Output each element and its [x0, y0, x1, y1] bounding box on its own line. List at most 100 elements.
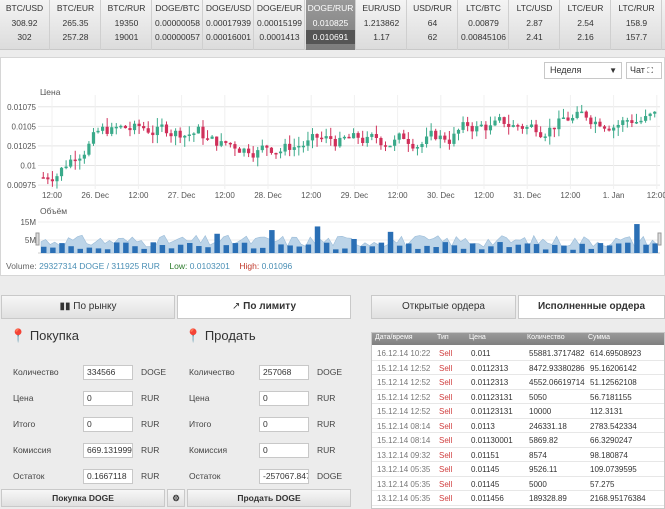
- table-row[interactable]: 13.12.14 05:35 Sell 0.01145 9526.11 109.0739…: [372, 463, 664, 477]
- tab-open-orders[interactable]: Открытые ордера: [371, 295, 516, 319]
- table-row[interactable]: 13.12.14 05:35 Sell 0.01145 5000 57.275: [372, 478, 664, 491]
- candle-body: [612, 127, 616, 131]
- table-row[interactable]: 16.12.14 10:22 Sell 0.011 55881.3717482 614.…: [372, 347, 664, 361]
- table-cell: 112.3131: [590, 407, 623, 416]
- table-cell: 98.180874: [590, 450, 628, 460]
- candle-body: [164, 124, 169, 134]
- buy-button[interactable]: Покупка DOGE: [1, 489, 165, 507]
- table-cell: 51.12562108: [590, 378, 637, 387]
- candle-body: [607, 128, 611, 131]
- candle-body: [114, 126, 118, 129]
- volume-value: 29327314 DOGE / 311925 RUR: [39, 261, 160, 271]
- candle-body: [557, 118, 561, 130]
- table-row[interactable]: 15.12.14 08:14 Sell 0.0113 246331.18 2783.54…: [372, 420, 664, 433]
- buy-3-currency: RUR: [141, 445, 160, 455]
- candle-body: [274, 152, 278, 155]
- candle-body: [265, 145, 269, 148]
- volume-bar: [506, 247, 512, 253]
- tab-limit[interactable]: ↗ По лимиту: [177, 295, 351, 319]
- volume-bar: [114, 242, 120, 253]
- table-cell: 15.12.14 12:52: [377, 378, 431, 387]
- table-cell: 16.12.14 10:22: [377, 349, 431, 358]
- ticker-value-low: 302: [17, 32, 32, 42]
- sell-3-input[interactable]: 0: [259, 443, 309, 458]
- buy-3-label: Комиссия: [13, 445, 52, 455]
- table-cell: 57.275: [590, 479, 615, 489]
- x-tick-label: 12:00: [215, 191, 236, 200]
- sell-button[interactable]: Продать DOGE: [187, 489, 351, 507]
- candle-body: [602, 126, 607, 129]
- candle-body: [101, 126, 105, 131]
- ticker-pair-3[interactable]: DOGE/BTC 0.00000058 0.00000057: [153, 0, 203, 50]
- buy-title: Покупка: [29, 328, 79, 343]
- table-cell: 0.01130001: [471, 436, 513, 445]
- volume-summary: Volume: 29327314 DOGE / 311925 RUR Low: …: [6, 261, 292, 271]
- table-row[interactable]: 15.12.14 08:14 Sell 0.01130001 5869.82 66.32…: [372, 434, 664, 448]
- candle-body: [192, 133, 196, 135]
- ticker-pair-5[interactable]: DOGE/EUR 0.00015199 0.0001413: [255, 0, 305, 50]
- volume-bar: [223, 245, 229, 253]
- table-row[interactable]: 15.12.14 12:52 Sell 0.01123131 5050 56.71811…: [372, 391, 664, 404]
- ticker-pair-1[interactable]: BTC/EUR 265.35 257.28: [51, 0, 101, 50]
- table-row[interactable]: 15.12.14 12:52 Sell 0.0112313 8472.93380286…: [372, 362, 664, 375]
- volume-bar: [360, 246, 366, 253]
- volume-bar: [524, 243, 531, 253]
- table-cell: 8472.93380286: [529, 363, 585, 373]
- volume-bar: [77, 248, 83, 253]
- tab-market[interactable]: ▮▮ По рынку: [1, 295, 175, 319]
- ticker-value-high: 0.00000058: [155, 18, 200, 28]
- table-row[interactable]: 15.12.14 12:52 Sell 0.0112313 4552.06619714…: [372, 376, 664, 390]
- buy-1-input[interactable]: 0: [83, 391, 133, 406]
- ticker-pair-9[interactable]: LTC/BTC 0.00879 0.00845106: [459, 0, 509, 50]
- candle-body: [55, 176, 59, 182]
- ticker-pair-11[interactable]: LTC/EUR 2.54 2.16: [561, 0, 611, 50]
- table-cell: 5050: [529, 392, 547, 402]
- candle-body: [320, 137, 324, 140]
- ticker-pair-name: LTC/EUR: [567, 3, 604, 13]
- table-row[interactable]: 15.12.14 12:52 Sell 0.01123131 10000 112.313…: [372, 405, 664, 419]
- ticker-value-low: 157.7: [625, 32, 648, 42]
- sell-0-input[interactable]: 257068: [259, 365, 309, 380]
- sell-1-input[interactable]: 0: [259, 391, 309, 406]
- ticker-pair-name: BTC/RUR: [107, 3, 146, 13]
- ticker-pair-name: LTC/USD: [516, 3, 553, 13]
- table-row[interactable]: 13.12.14 09:32 Sell 0.01151 8574 98.180874: [372, 449, 664, 462]
- candle-body: [639, 120, 643, 123]
- ticker-pair-2[interactable]: BTC/RUR 19350 19001: [102, 0, 152, 50]
- candle-body: [621, 120, 625, 125]
- table-cell: Sell: [439, 479, 453, 489]
- table-cell: 15.12.14 12:52: [377, 363, 431, 373]
- gear-icon: ⚙: [172, 493, 180, 503]
- candle-body: [288, 143, 292, 150]
- table-cell: 0.01145: [471, 479, 500, 489]
- volume-bar: [168, 248, 175, 253]
- candle-body: [64, 166, 68, 169]
- buy-2-input[interactable]: 0: [83, 417, 133, 432]
- candle-body: [361, 137, 365, 144]
- settings-button[interactable]: ⚙: [167, 489, 185, 507]
- tab-executed-orders[interactable]: Исполненные ордера: [518, 295, 665, 319]
- volume-bar: [323, 242, 330, 253]
- ticker-pair-0[interactable]: BTC/USD 308.92 302: [0, 0, 50, 50]
- candle-body: [461, 122, 465, 130]
- ticker-pair-4[interactable]: DOGE/USD 0.00017939 0.00016001: [204, 0, 254, 50]
- candle-body: [402, 133, 406, 139]
- ticker-pair-10[interactable]: LTC/USD 2.87 2.41: [510, 0, 560, 50]
- sell-2-input[interactable]: 0: [259, 417, 309, 432]
- ticker-pair-6[interactable]: DOGE/RUR 0.010825 0.010691: [306, 0, 356, 50]
- candle-body: [283, 143, 287, 152]
- sell-4-input[interactable]: -257067.847: [259, 469, 309, 484]
- candle-body: [516, 125, 520, 127]
- ticker-pair-8[interactable]: USD/RUR 64 62: [408, 0, 458, 50]
- table-row[interactable]: 13.12.14 05:35 Sell 0.011456 189328.89 2168.…: [372, 492, 664, 506]
- buy-3-input[interactable]: 669.1319999: [83, 443, 133, 458]
- volume-bar: [187, 243, 193, 253]
- ticker-pair-12[interactable]: LTC/RUR 158.9 157.7: [612, 0, 662, 50]
- ticker-pair-7[interactable]: EUR/USD 1.213862 1.17: [357, 0, 407, 50]
- buy-0-input[interactable]: 334566: [83, 365, 133, 380]
- buy-4-input[interactable]: 0.1667118: [83, 469, 133, 484]
- pin-icon: 📍: [185, 328, 202, 343]
- price-chart[interactable]: 0.01075 0.0105 0.01025 0.01 0.00975 12:00 26. …: [0, 57, 665, 276]
- candle-body: [447, 139, 451, 144]
- table-cell: 13.12.14 05:35: [377, 494, 431, 503]
